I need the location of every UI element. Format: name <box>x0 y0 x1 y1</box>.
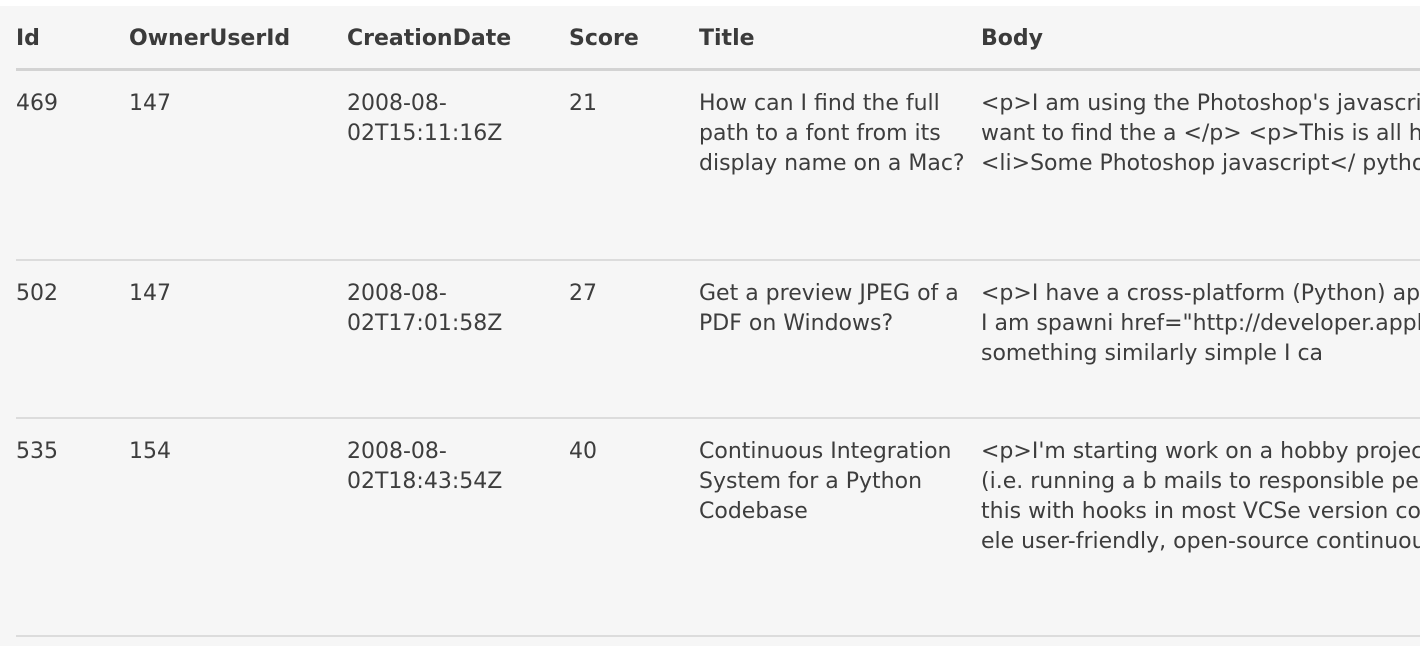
cell-owner-user-id: 154 <box>129 418 347 637</box>
table-panel: Id OwnerUserId CreationDate Score Title … <box>0 6 1420 646</box>
column-header-id[interactable]: Id <box>16 26 129 71</box>
cell-id: 535 <box>16 418 129 637</box>
cell-body: <p>I'm starting work on a hobby projec c… <box>981 418 1420 637</box>
cell-creation-date: 2008-08-02T18:43:54Z <box>347 418 569 637</box>
cell-title: Get a preview JPEG of a PDF on Windows? <box>699 260 981 419</box>
cell-id: 502 <box>16 260 129 419</box>
cell-creation-date: 2008-08-02T15:11:16Z <box>347 69 569 261</box>
table-header: Id OwnerUserId CreationDate Score Title … <box>16 26 1420 71</box>
column-header-title[interactable]: Title <box>699 26 981 71</box>
posts-table: Id OwnerUserId CreationDate Score Title … <box>16 26 1420 637</box>
cell-creation-date: 2008-08-02T17:01:58Z <box>347 260 569 419</box>
column-header-owner-user-id[interactable]: OwnerUserId <box>129 26 347 71</box>
cell-title: How can I find the full path to a font f… <box>699 69 981 261</box>
column-header-body[interactable]: Body <box>981 26 1420 71</box>
cell-body: <p>I am using the Photoshop's javascri r… <box>981 69 1420 261</box>
table-row[interactable]: 502 147 2008-08-02T17:01:58Z 27 Get a pr… <box>16 260 1420 419</box>
table-row[interactable]: 535 154 2008-08-02T18:43:54Z 40 Continuo… <box>16 418 1420 637</box>
header-row: Id OwnerUserId CreationDate Score Title … <box>16 26 1420 71</box>
column-header-score[interactable]: Score <box>569 26 699 71</box>
cell-score: 27 <box>569 260 699 419</box>
cell-owner-user-id: 147 <box>129 69 347 261</box>
cell-score: 21 <box>569 69 699 261</box>
cell-body: <p>I have a cross-platform (Python) ap P… <box>981 260 1420 419</box>
cell-owner-user-id: 147 <box>129 260 347 419</box>
column-header-creation-date[interactable]: CreationDate <box>347 26 569 71</box>
table-body: 469 147 2008-08-02T15:11:16Z 21 How can … <box>16 69 1420 637</box>
cell-title: Continuous Integration System for a Pyth… <box>699 418 981 637</box>
cell-score: 40 <box>569 418 699 637</box>
cell-id: 469 <box>16 69 129 261</box>
table-row[interactable]: 469 147 2008-08-02T15:11:16Z 21 How can … <box>16 69 1420 261</box>
